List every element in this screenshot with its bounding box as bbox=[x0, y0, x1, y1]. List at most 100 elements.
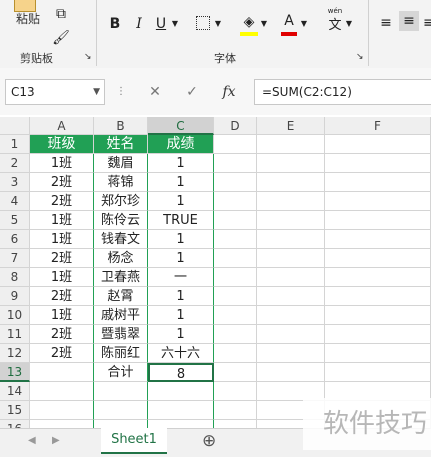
data-cell[interactable]: 2班 bbox=[30, 287, 94, 306]
align-right-icon[interactable]: ≡ bbox=[423, 13, 431, 33]
cell[interactable] bbox=[257, 173, 325, 192]
cell[interactable] bbox=[325, 211, 431, 230]
cell[interactable] bbox=[257, 249, 325, 268]
more-icon[interactable]: ⋮ bbox=[116, 79, 126, 105]
sheet-tab-sheet1[interactable]: Sheet1 bbox=[101, 428, 167, 454]
copy-icon[interactable]: ⧉ bbox=[52, 4, 70, 24]
cell[interactable] bbox=[257, 154, 325, 173]
font-color-dropdown-icon[interactable]: ▼ bbox=[299, 14, 309, 34]
row-header-13[interactable]: 13 bbox=[0, 363, 30, 382]
cell[interactable] bbox=[214, 325, 257, 344]
cell[interactable] bbox=[214, 192, 257, 211]
header-cell[interactable]: 姓名 bbox=[94, 135, 148, 154]
cell[interactable] bbox=[325, 344, 431, 363]
row-header-4[interactable]: 4 bbox=[0, 192, 30, 211]
cell[interactable] bbox=[148, 401, 214, 420]
row-header-2[interactable]: 2 bbox=[0, 154, 30, 173]
column-header-a[interactable]: A bbox=[30, 117, 94, 135]
cell[interactable] bbox=[325, 363, 431, 382]
cell[interactable] bbox=[257, 230, 325, 249]
cell[interactable] bbox=[214, 344, 257, 363]
data-cell[interactable]: 2班 bbox=[30, 325, 94, 344]
data-cell[interactable]: 蒋锦 bbox=[94, 173, 148, 192]
data-cell[interactable]: 戚树平 bbox=[94, 306, 148, 325]
row-header-12[interactable]: 12 bbox=[0, 344, 30, 363]
data-cell[interactable]: 陈丽红 bbox=[94, 344, 148, 363]
row-header-14[interactable]: 14 bbox=[0, 382, 30, 401]
data-cell[interactable]: 1班 bbox=[30, 230, 94, 249]
border-dropdown-icon[interactable]: ▼ bbox=[213, 14, 223, 34]
data-cell[interactable]: 魏眉 bbox=[94, 154, 148, 173]
font-launcher-icon[interactable]: ↘ bbox=[356, 52, 364, 62]
cell[interactable] bbox=[257, 287, 325, 306]
data-cell[interactable]: 六十六 bbox=[148, 344, 214, 363]
cell[interactable] bbox=[214, 154, 257, 173]
cell[interactable] bbox=[214, 401, 257, 420]
data-cell[interactable]: 一 bbox=[148, 268, 214, 287]
data-cell[interactable]: 1 bbox=[148, 230, 214, 249]
row-header-1[interactable]: 1 bbox=[0, 135, 30, 154]
row-header-10[interactable]: 10 bbox=[0, 306, 30, 325]
column-header-d[interactable]: D bbox=[214, 117, 257, 135]
row-header-7[interactable]: 7 bbox=[0, 249, 30, 268]
data-cell[interactable]: 2班 bbox=[30, 192, 94, 211]
data-cell[interactable]: 赵霄 bbox=[94, 287, 148, 306]
enter-icon[interactable]: ✓ bbox=[180, 79, 204, 105]
cell[interactable] bbox=[257, 192, 325, 211]
cell[interactable] bbox=[214, 363, 257, 382]
cell[interactable] bbox=[325, 173, 431, 192]
data-cell[interactable]: 1班 bbox=[30, 154, 94, 173]
cell[interactable] bbox=[94, 401, 148, 420]
data-cell[interactable]: 1 bbox=[148, 173, 214, 192]
cell[interactable] bbox=[257, 135, 325, 154]
data-cell[interactable]: 暨翡翠 bbox=[94, 325, 148, 344]
cell[interactable] bbox=[214, 135, 257, 154]
scroll-left-icon[interactable]: ◀ bbox=[28, 435, 36, 446]
header-cell[interactable]: 成绩 bbox=[148, 135, 214, 154]
fill-color-icon[interactable]: ◈ bbox=[240, 12, 258, 32]
row-header-5[interactable]: 5 bbox=[0, 211, 30, 230]
cell[interactable] bbox=[257, 211, 325, 230]
cell[interactable] bbox=[214, 287, 257, 306]
format-painter-icon[interactable]: 🖌 bbox=[52, 28, 70, 48]
paste-button[interactable]: 粘贴 bbox=[16, 10, 40, 27]
data-cell[interactable]: 杨念 bbox=[94, 249, 148, 268]
add-sheet-button[interactable]: ⊕ bbox=[202, 431, 216, 451]
cell[interactable] bbox=[325, 268, 431, 287]
cell[interactable] bbox=[214, 211, 257, 230]
data-cell[interactable]: 1班 bbox=[30, 211, 94, 230]
phonetic-dropdown-icon[interactable]: ▼ bbox=[344, 14, 354, 34]
cell[interactable] bbox=[257, 268, 325, 287]
formula-input[interactable]: =SUM(C2:C12) bbox=[254, 79, 431, 105]
row-header-9[interactable]: 9 bbox=[0, 287, 30, 306]
cancel-icon[interactable]: ✕ bbox=[143, 79, 167, 105]
cell[interactable] bbox=[214, 306, 257, 325]
data-cell[interactable]: 1 bbox=[148, 249, 214, 268]
cell[interactable] bbox=[148, 382, 214, 401]
data-cell[interactable]: 卫春燕 bbox=[94, 268, 148, 287]
align-center-icon[interactable]: ≡ bbox=[399, 11, 419, 31]
data-cell[interactable]: 2班 bbox=[30, 344, 94, 363]
cell[interactable] bbox=[214, 230, 257, 249]
cell[interactable] bbox=[214, 249, 257, 268]
row-header-8[interactable]: 8 bbox=[0, 268, 30, 287]
cell[interactable] bbox=[325, 230, 431, 249]
column-header-f[interactable]: F bbox=[325, 117, 431, 135]
underline-button[interactable]: U bbox=[153, 14, 169, 34]
data-cell[interactable]: 2班 bbox=[30, 173, 94, 192]
name-box[interactable]: C13 ▼ bbox=[5, 79, 105, 105]
bold-button[interactable]: B bbox=[107, 14, 123, 34]
column-header-e[interactable]: E bbox=[257, 117, 325, 135]
data-cell[interactable]: TRUE bbox=[148, 211, 214, 230]
cell[interactable] bbox=[325, 325, 431, 344]
data-cell[interactable]: 1 bbox=[148, 306, 214, 325]
data-cell[interactable]: 1班 bbox=[30, 268, 94, 287]
row-header-6[interactable]: 6 bbox=[0, 230, 30, 249]
total-value-cell-selected[interactable]: 8 bbox=[148, 363, 214, 382]
cell[interactable] bbox=[325, 249, 431, 268]
cell[interactable] bbox=[257, 363, 325, 382]
underline-dropdown-icon[interactable]: ▼ bbox=[170, 14, 180, 34]
cell[interactable] bbox=[325, 287, 431, 306]
data-cell[interactable]: 2班 bbox=[30, 249, 94, 268]
scroll-right-icon[interactable]: ▶ bbox=[52, 435, 60, 446]
